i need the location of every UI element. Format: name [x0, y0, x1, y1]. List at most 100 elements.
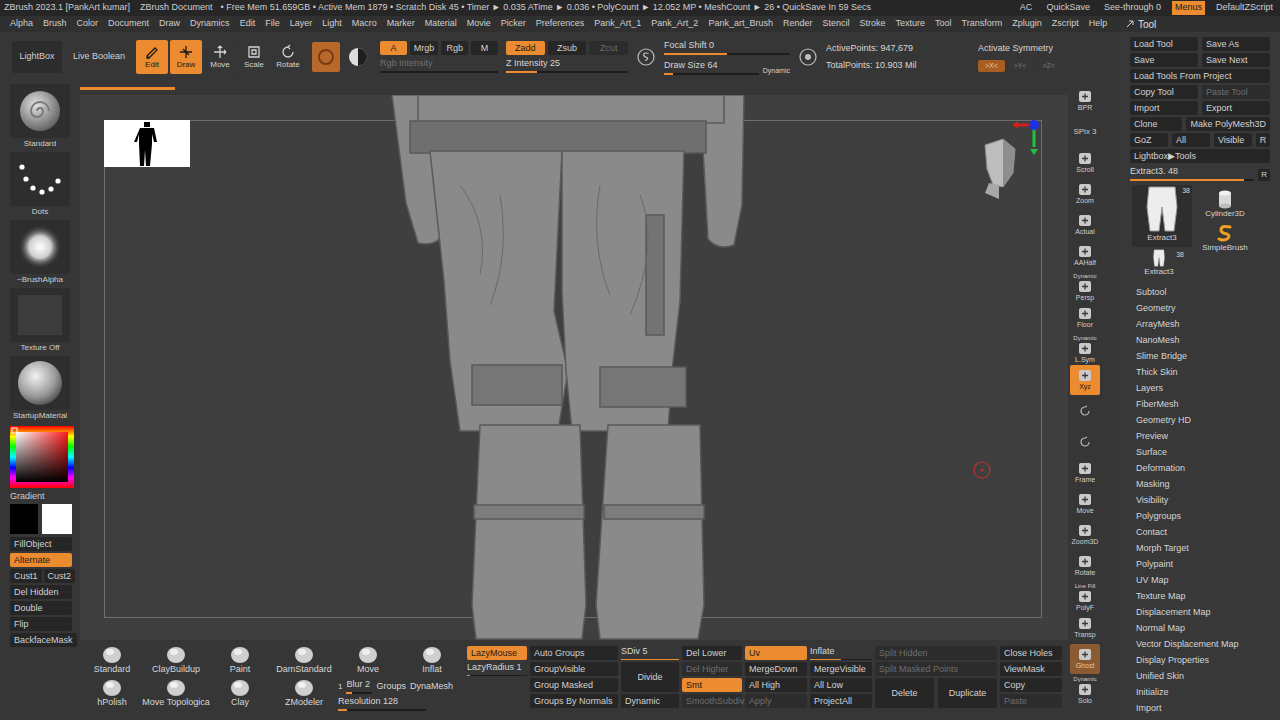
shelf-button[interactable]: Duplicate	[938, 678, 997, 708]
tool-section[interactable]: NanoMesh	[1136, 332, 1280, 348]
lightbox-button[interactable]: LightBox	[12, 41, 62, 73]
shelf-button[interactable]: All High	[745, 678, 807, 692]
color-picker[interactable]	[10, 426, 74, 488]
live-boolean-button[interactable]: Live Boolean	[70, 41, 128, 73]
shelf-thumb[interactable]: ~BrushAlpha	[10, 220, 70, 285]
title-button[interactable]: See-through 0	[1101, 1, 1164, 15]
tool-button[interactable]: R	[1256, 133, 1270, 147]
focal-icon[interactable]	[636, 47, 656, 67]
tool-thumb[interactable]: Extract338	[1132, 249, 1186, 281]
dynamesh-button[interactable]: DynaMesh	[410, 680, 453, 694]
shelf-button[interactable]: Paste	[1000, 694, 1062, 708]
view-tool[interactable]: Transp	[1070, 613, 1100, 643]
tool-section[interactable]: Display Properties	[1136, 652, 1280, 668]
tool-button[interactable]: GoZ	[1130, 133, 1168, 147]
shelf-slider[interactable]: Inflate	[810, 646, 872, 660]
shelf-button[interactable]: Divide	[621, 662, 679, 692]
title-button[interactable]: Menus	[1172, 1, 1205, 15]
menu-item[interactable]: Brush	[43, 17, 67, 31]
shelf-button[interactable]: Cust1	[10, 569, 42, 583]
shelf-button[interactable]: Smt	[682, 678, 742, 692]
mode-button[interactable]: Draw	[170, 40, 202, 74]
brush-button[interactable]: hPolish	[80, 679, 144, 708]
view-tool[interactable]: DynamicSolo	[1070, 675, 1100, 705]
menu-item[interactable]: Color	[77, 17, 99, 31]
shelf-button[interactable]: All Low	[810, 678, 872, 692]
axis-button[interactable]: >X<	[978, 60, 1005, 72]
shelf-button[interactable]: Del Higher	[682, 662, 742, 676]
view-tool[interactable]: DynamicPersp	[1070, 272, 1100, 302]
view-tool[interactable]: DynamicL.Sym	[1070, 334, 1100, 364]
shelf-button[interactable]: Double	[10, 601, 72, 615]
z-mode-button[interactable]: Zcut	[589, 41, 628, 55]
shelf-thumb[interactable]: Standard	[10, 84, 70, 149]
z-mode-button[interactable]: Zadd	[506, 41, 545, 55]
tool-button[interactable]: Visible	[1214, 133, 1252, 147]
menu-item[interactable]: Zscript	[1052, 17, 1079, 31]
tool-section[interactable]: Unified Skin	[1136, 668, 1280, 684]
tool-section[interactable]: Layers	[1136, 380, 1280, 396]
view-tool[interactable]: SPix 3	[1070, 117, 1100, 147]
shelf-button[interactable]: Close Holes	[1000, 646, 1062, 660]
view-tool[interactable]	[1070, 396, 1100, 426]
tool-section[interactable]: Thick Skin	[1136, 364, 1280, 380]
channel-button[interactable]: Mrgb	[410, 41, 439, 55]
shelf-button[interactable]: Del Lower	[682, 646, 742, 660]
tool-section[interactable]: Subtool	[1136, 284, 1280, 300]
menu-item[interactable]: Stroke	[859, 17, 885, 31]
tool-section[interactable]: Morph Target	[1136, 540, 1280, 556]
shelf-button[interactable]: ProjectAll	[810, 694, 872, 708]
view-tool[interactable]: Xyz	[1070, 365, 1100, 395]
dynamic-toggle[interactable]: Dynamic	[763, 66, 790, 75]
menu-item[interactable]: Document	[108, 17, 149, 31]
model-render[interactable]	[80, 95, 1068, 640]
mode-button[interactable]: Move	[204, 40, 236, 74]
tool-section[interactable]: Preview	[1136, 428, 1280, 444]
shelf-button[interactable]: Copy	[1000, 678, 1062, 692]
view-tool[interactable]: AAHalf	[1070, 241, 1100, 271]
shelf-button[interactable]: FillObject	[10, 537, 72, 551]
menu-item[interactable]: Render	[783, 17, 813, 31]
menu-item[interactable]: Movie	[467, 17, 491, 31]
tool-section[interactable]: UV Map	[1136, 572, 1280, 588]
tool-button[interactable]: Make PolyMesh3D	[1186, 117, 1270, 131]
view-tool[interactable]: Scroll	[1070, 148, 1100, 178]
mode-button[interactable]: Rotate	[272, 40, 304, 74]
shelf-button[interactable]: LazyMouse	[467, 646, 527, 660]
draw-size-slider[interactable]: Draw Size 64	[664, 60, 759, 75]
shelf-button[interactable]: Del Hidden	[10, 585, 72, 599]
canvas[interactable]	[80, 95, 1068, 640]
view-tool[interactable]: Zoom3D	[1070, 520, 1100, 550]
menu-item[interactable]: Alpha	[10, 17, 33, 31]
tool-section[interactable]: Contact	[1136, 524, 1280, 540]
shelf-button[interactable]: SmoothSubdiv	[682, 694, 742, 708]
tool-thumb[interactable]: SimpleBrush	[1198, 223, 1252, 255]
tool-button[interactable]: Save	[1130, 53, 1198, 67]
menu-item[interactable]: Pank_Art_1	[594, 17, 641, 31]
view-tool[interactable]: Frame	[1070, 458, 1100, 488]
menu-item[interactable]: Macro	[352, 17, 377, 31]
brush-button[interactable]: DamStandard	[272, 646, 336, 675]
brush-button[interactable]: Paint	[208, 646, 272, 675]
title-button[interactable]: AC	[1017, 1, 1036, 15]
shelf-button[interactable]: MergeDown	[745, 662, 807, 676]
axis-gizmo-icon[interactable]	[1008, 117, 1044, 157]
shelf-button[interactable]: Groups By Normals	[530, 694, 618, 708]
brush-button[interactable]: Move Topologica	[144, 679, 208, 708]
axis-button[interactable]: >Y<	[1007, 60, 1034, 72]
tool-button[interactable]: Paste Tool	[1202, 85, 1270, 99]
mode-button[interactable]: Edit	[136, 40, 168, 74]
tool-section[interactable]: Deformation	[1136, 460, 1280, 476]
brush-button[interactable]: Inflat	[400, 646, 464, 675]
view-tool[interactable]: Floor	[1070, 303, 1100, 333]
shelf-button[interactable]: BackfaceMask	[10, 633, 77, 647]
channel-button[interactable]: Rgb	[441, 41, 468, 55]
resolution-slider[interactable]: Resolution 128	[338, 696, 426, 711]
tool-button[interactable]: Lightbox▶Tools	[1130, 149, 1270, 163]
menu-item[interactable]: Pank_art_Brush	[708, 17, 773, 31]
tool-section[interactable]: Vector Displacement Map	[1136, 636, 1280, 652]
groups-toggle[interactable]: Groups	[376, 680, 406, 694]
title-button[interactable]: DefaultZScript	[1213, 1, 1276, 15]
rgb-intensity-slider[interactable]: Rgb Intensity	[380, 58, 498, 73]
navigation-head-icon[interactable]	[975, 135, 1021, 201]
